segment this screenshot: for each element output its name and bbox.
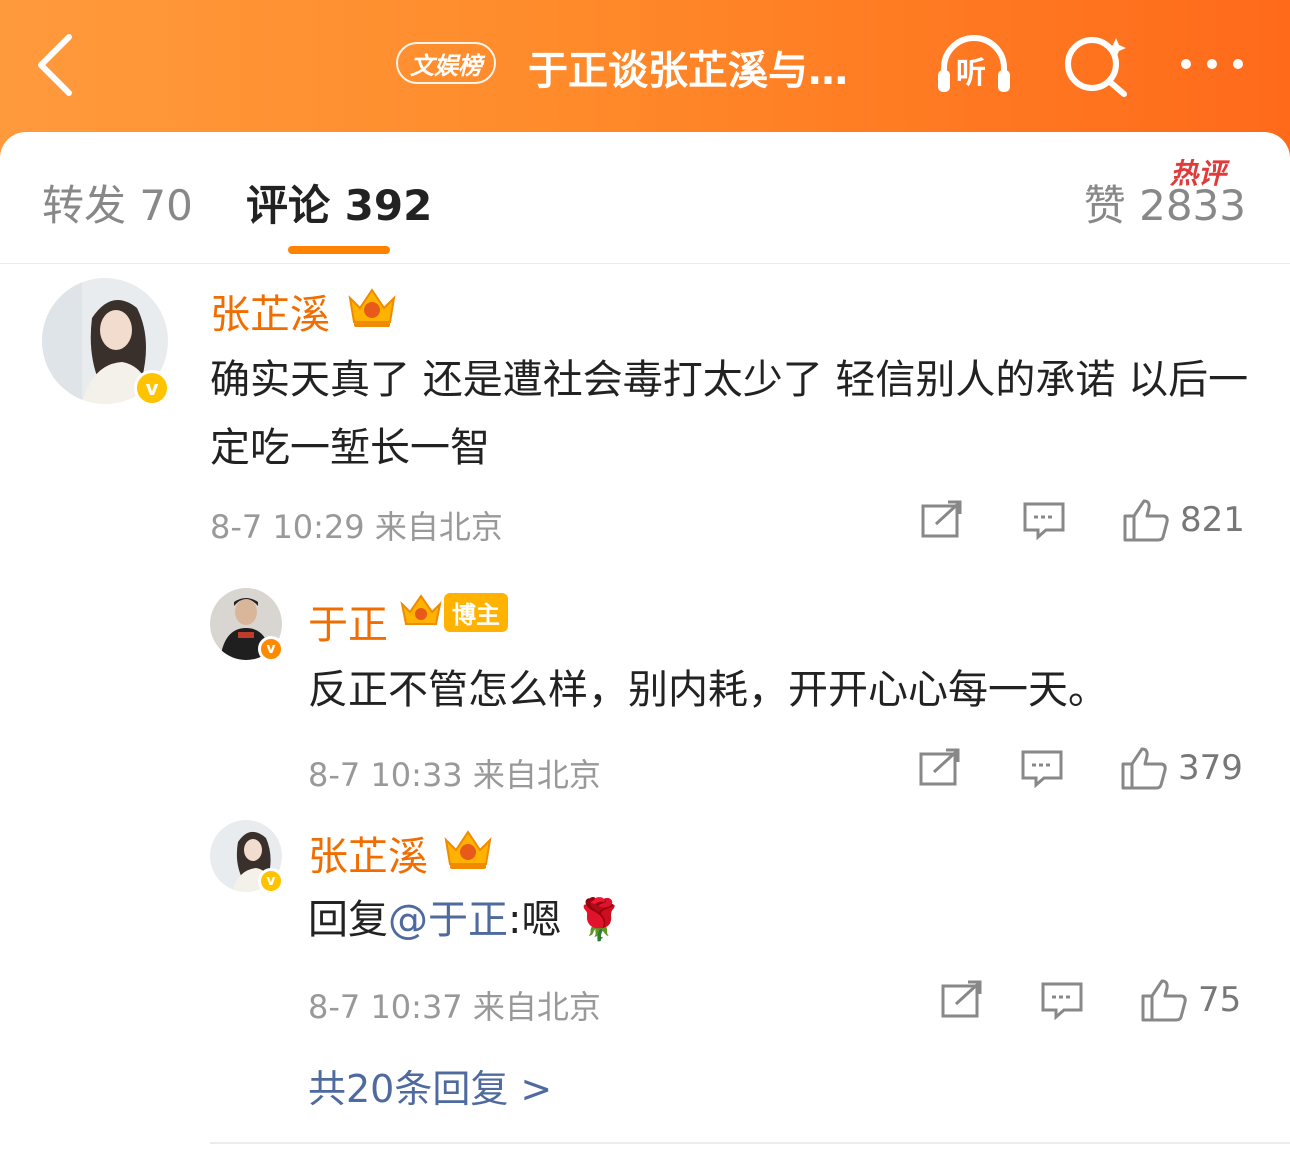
like-count: 821 xyxy=(1180,500,1245,540)
reply-username[interactable]: 张芷溪 xyxy=(308,824,428,882)
tab-repost[interactable]: 转发 70 xyxy=(42,172,193,233)
divider xyxy=(210,1142,1290,1144)
reply-button[interactable] xyxy=(1040,980,1084,1020)
reply-location: 来自北京 xyxy=(472,988,601,1026)
comment-icon xyxy=(1021,750,1063,788)
thumbs-up-icon xyxy=(1121,747,1167,790)
reply-body: :嗯 xyxy=(508,897,562,943)
avatar[interactable]: v xyxy=(210,820,284,894)
like-button[interactable]: 75 xyxy=(1140,978,1241,1022)
verified-badge-icon: v xyxy=(258,868,284,894)
crown-icon xyxy=(444,830,492,869)
avatar[interactable]: v xyxy=(210,588,284,662)
hot-comment-badge: 热评 xyxy=(1170,157,1227,190)
reply-time: 8-7 10:37 xyxy=(308,988,463,1026)
tab-bar: 转发 70 评论 392 赞 2833 xyxy=(0,132,1290,264)
like-button[interactable]: 379 xyxy=(1120,746,1243,790)
back-button[interactable] xyxy=(30,30,80,100)
active-tab-indicator xyxy=(288,246,390,254)
more-replies-link[interactable]: 共20条回复 > xyxy=(308,1058,552,1113)
comment-icon xyxy=(1023,502,1065,540)
like-count: 379 xyxy=(1178,748,1243,788)
like-count: 75 xyxy=(1198,980,1242,1020)
comment-icon xyxy=(1041,982,1083,1020)
reply-meta: 8-7 10:33 来自北京 xyxy=(308,750,601,796)
share-icon xyxy=(941,980,982,1018)
reply-button[interactable] xyxy=(1020,748,1064,788)
verified-badge-icon: v xyxy=(134,370,170,406)
listen-button[interactable]: 听 xyxy=(934,30,1014,100)
ranking-tag[interactable]: 文娱榜 xyxy=(396,42,496,84)
more-dots-icon xyxy=(1181,59,1243,69)
comment-time: 8-7 10:29 xyxy=(210,508,365,546)
thumbs-up-icon xyxy=(1141,979,1187,1022)
blogger-badge-label: 博主 xyxy=(444,592,508,632)
rose-emoji: 🌹 xyxy=(574,897,625,943)
listen-label: 听 xyxy=(956,56,986,91)
avatar[interactable]: v xyxy=(42,278,170,406)
like-button[interactable]: 821 xyxy=(1122,498,1245,542)
crown-icon xyxy=(348,288,396,327)
search-button[interactable] xyxy=(1056,30,1136,100)
comment-location: 来自北京 xyxy=(374,508,503,546)
share-icon xyxy=(919,748,960,786)
search-icon xyxy=(1065,37,1127,97)
share-button[interactable] xyxy=(940,980,984,1020)
share-button[interactable] xyxy=(918,748,962,788)
reply-button[interactable] xyxy=(1022,500,1066,540)
reply-username[interactable]: 于正 xyxy=(308,592,388,650)
reply-time: 8-7 10:33 xyxy=(308,756,463,794)
share-button[interactable] xyxy=(920,500,964,540)
thumbs-up-icon xyxy=(1123,499,1169,542)
crown-icon xyxy=(400,594,442,625)
more-button[interactable] xyxy=(1172,30,1252,100)
comments-panel: 转发 70 评论 392 赞 2833 xyxy=(0,132,1290,1162)
tab-comment[interactable]: 评论 392 xyxy=(246,172,432,233)
reply-meta: 8-7 10:37 来自北京 xyxy=(308,982,601,1028)
reply-text: 反正不管怎么样，别内耗，开开心心每一天。 xyxy=(308,667,1108,713)
comment-meta: 8-7 10:29 来自北京 xyxy=(210,502,503,548)
ranking-tag-label: 文娱榜 xyxy=(410,51,482,80)
mention-link[interactable]: @于正 xyxy=(388,897,508,943)
chevron-left-icon xyxy=(38,34,72,96)
comment-text: 确实天真了 还是遭社会毒打太少了 轻信别人的承诺 以后一定吃一堑长一智 xyxy=(210,357,1249,471)
page-title: 于正谈张芷溪与… xyxy=(528,48,848,94)
share-icon xyxy=(921,500,962,538)
verified-badge-icon: v xyxy=(258,636,284,662)
reply-prefix: 回复 xyxy=(308,897,388,943)
comment-username[interactable]: 张芷溪 xyxy=(210,282,330,340)
reply-text: 回复@于正:嗯 🌹 xyxy=(308,886,1268,954)
blogger-badge: 博主 xyxy=(398,592,508,632)
reply-location: 来自北京 xyxy=(472,756,601,794)
